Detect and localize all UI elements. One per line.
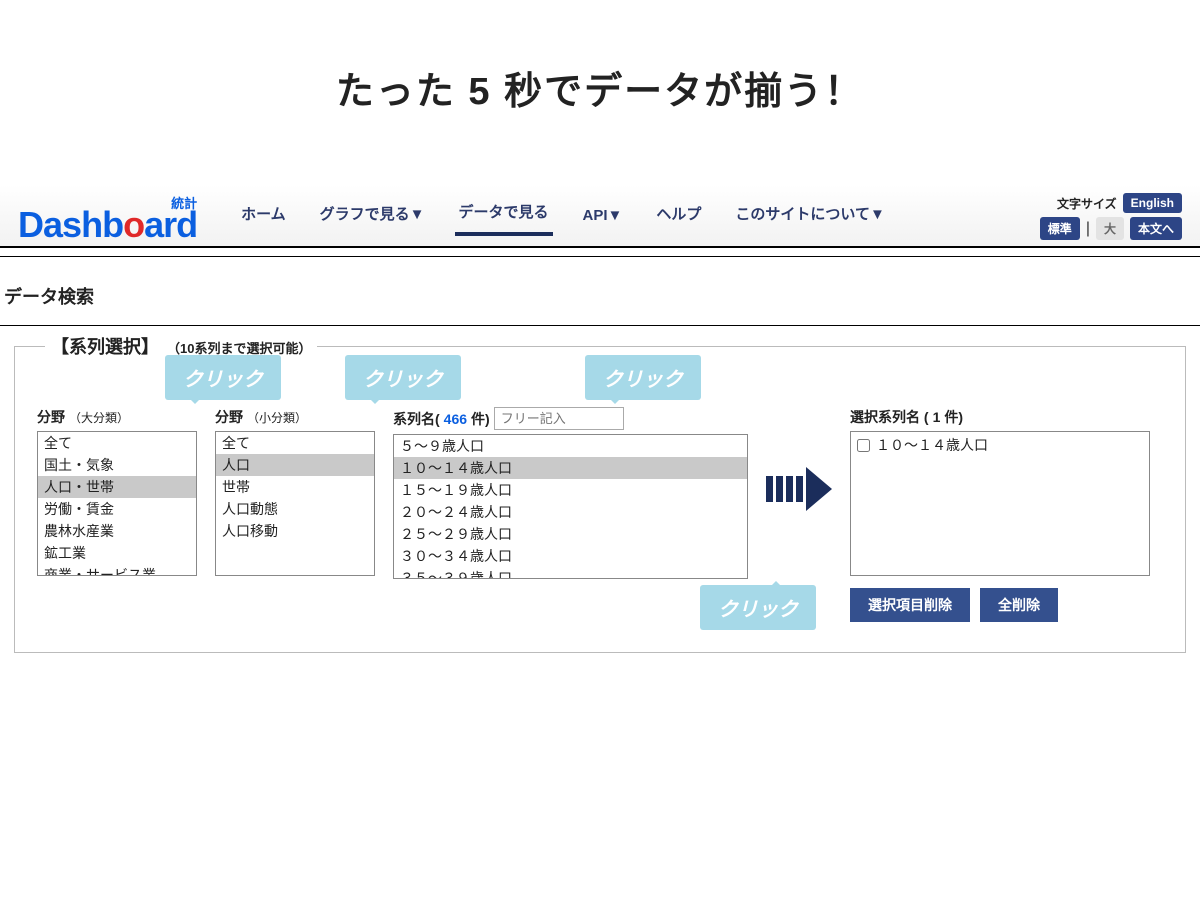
series-select-panel: 【系列選択】 （10系列まで選択可能） クリック クリック クリック クリック … [14, 346, 1186, 653]
nav-api[interactable]: API▼ [579, 201, 627, 234]
divider [0, 256, 1200, 257]
list-item[interactable]: 農林水産業 [38, 520, 196, 542]
section-title: データ検索 [0, 265, 1200, 317]
list-item[interactable]: ５～９歳人口 [394, 435, 747, 457]
nav-about[interactable]: このサイトについて▼ [731, 197, 888, 234]
font-standard-button[interactable]: 標準 [1040, 217, 1080, 240]
delete-selected-button[interactable]: 選択項目削除 [850, 588, 970, 622]
col2-title: 分野 [215, 407, 243, 427]
list-item[interactable]: 国土・気象 [38, 454, 196, 476]
series-listbox[interactable]: ５～９歳人口 １０～１４歳人口 １５～１９歳人口 ２０～２４歳人口 ２５～２９歳… [393, 434, 748, 579]
col1-title: 分野 [37, 407, 65, 427]
english-button[interactable]: English [1123, 193, 1182, 213]
list-item[interactable]: 鉱工業 [38, 542, 196, 564]
list-item[interactable]: 人口 [216, 454, 374, 476]
callout-click-2: クリック [345, 355, 461, 400]
nav-data[interactable]: データで見る [455, 195, 553, 236]
delete-all-button[interactable]: 全削除 [980, 588, 1058, 622]
list-item[interactable]: 人口動態 [216, 498, 374, 520]
divider [0, 325, 1200, 326]
list-item[interactable]: ２０～２４歳人口 [394, 501, 747, 523]
separator: | [1086, 220, 1090, 238]
list-item[interactable]: 世帯 [216, 476, 374, 498]
col1-paren: （大分類） [69, 409, 129, 426]
selected-item-label: １０～１４歳人口 [876, 435, 988, 455]
font-size-label: 文字サイズ [1057, 195, 1117, 212]
logo-text: Dashboard [18, 204, 197, 246]
col3-title-a: 系列名( [393, 409, 440, 429]
selected-listbox[interactable]: １０～１４歳人口 [850, 431, 1150, 576]
list-item[interactable]: 全て [38, 432, 196, 454]
list-item[interactable]: １５～１９歳人口 [394, 479, 747, 501]
logo[interactable]: 統計 Dashboard [18, 193, 197, 246]
list-item[interactable]: ３５～３９歳人口 [394, 567, 747, 579]
callout-click-4: クリック [700, 585, 816, 630]
list-item[interactable]: ２５～２９歳人口 [394, 523, 747, 545]
top-bar: 統計 Dashboard ホーム グラフで見る▼ データで見る API▼ ヘルプ… [0, 185, 1200, 248]
col-series-name: 系列名(466件) ５～９歳人口 １０～１４歳人口 １５～１９歳人口 ２０～２４… [393, 407, 748, 579]
list-item[interactable]: 商業・サービス業 [38, 564, 196, 576]
col-minor-category: 分野 （小分類） 全て 人口 世帯 人口動態 人口移動 [215, 407, 375, 576]
font-large-button[interactable]: 大 [1096, 217, 1124, 240]
selected-item-checkbox[interactable] [857, 439, 870, 452]
col2-paren: （小分類） [247, 409, 307, 426]
selected-count: 1 [933, 409, 941, 425]
nav-graph[interactable]: グラフで見る▼ [316, 197, 429, 234]
arrow-icon [766, 467, 832, 511]
callout-click-1: クリック [165, 355, 281, 400]
callout-click-3: クリック [585, 355, 701, 400]
col4-title-b: 件) [944, 407, 963, 427]
list-item[interactable]: 人口移動 [216, 520, 374, 542]
nav-home[interactable]: ホーム [237, 197, 290, 234]
list-item[interactable]: ３０～３４歳人口 [394, 545, 747, 567]
selected-item[interactable]: １０～１４歳人口 [851, 432, 1149, 458]
col3-title-b: 件) [471, 409, 490, 429]
list-item[interactable]: 全て [216, 432, 374, 454]
list-item[interactable]: 労働・賃金 [38, 498, 196, 520]
list-item[interactable]: 人口・世帯 [38, 476, 196, 498]
nav-help[interactable]: ヘルプ [652, 197, 705, 234]
series-count: 466 [444, 411, 467, 427]
list-item[interactable]: １０～１４歳人口 [394, 457, 747, 479]
col-major-category: 分野 （大分類） 全て 国土・気象 人口・世帯 労働・賃金 農林水産業 鉱工業 … [37, 407, 197, 576]
page-headline: たった 5 秒でデータが揃う！ [0, 0, 1200, 185]
major-category-listbox[interactable]: 全て 国土・気象 人口・世帯 労働・賃金 農林水産業 鉱工業 商業・サービス業 [37, 431, 197, 576]
skip-to-body-button[interactable]: 本文へ [1130, 217, 1182, 240]
minor-category-listbox[interactable]: 全て 人口 世帯 人口動態 人口移動 [215, 431, 375, 576]
col-selected-series: 選択系列名 (1件) １０～１４歳人口 選択項目削除 全削除 [850, 407, 1150, 622]
main-nav: ホーム グラフで見る▼ データで見る API▼ ヘルプ このサイトについて▼ [237, 195, 1040, 244]
col4-title-a: 選択系列名 ( [850, 407, 929, 427]
panel-label: 【系列選択】 [51, 333, 159, 359]
header-tools: 文字サイズ English 標準 | 大 本文へ [1040, 193, 1182, 246]
